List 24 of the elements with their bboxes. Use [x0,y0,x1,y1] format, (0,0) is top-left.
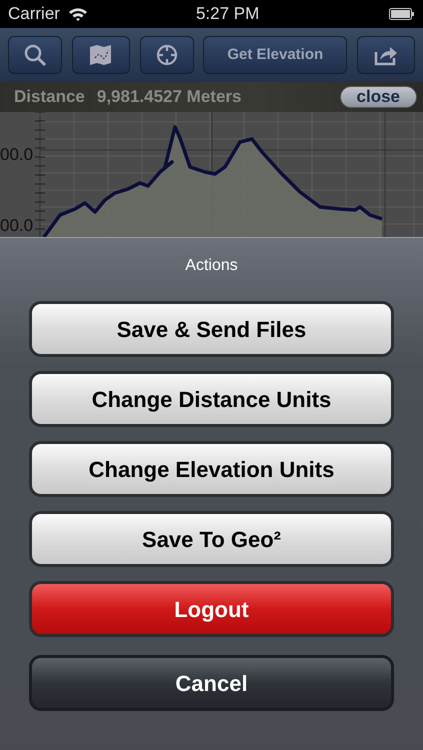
action-button[interactable]: Save To Geo² [29,511,394,567]
time-label: 5:27 PM [196,3,260,26]
action-button[interactable]: Save & Send Files [29,301,394,357]
axis-label: 00.0 [0,215,34,237]
battery-icon [389,8,415,20]
wifi-icon [68,6,88,22]
axis-label: 00.0 [0,144,34,166]
logout-button[interactable]: Logout [29,581,394,637]
action-button[interactable]: Change Elevation Units [29,441,394,497]
distance-value: 9,981.4527 Meters [96,86,242,108]
close-button[interactable]: close [340,86,417,108]
action-button[interactable]: Change Distance Units [29,371,394,427]
distance-label: Distance [14,86,85,108]
sheet-title: Actions [184,256,239,276]
get-elevation-button[interactable]: Get Elevation [203,36,348,74]
search-icon [23,43,47,67]
map-button[interactable] [72,36,130,74]
carrier-label: Carrier [8,3,60,26]
share-button[interactable] [357,36,415,74]
locate-button[interactable] [140,36,194,74]
cancel-button[interactable]: Cancel [29,655,394,711]
search-button[interactable] [8,36,62,74]
folded-map-icon [88,43,113,67]
crosshair-icon [154,43,178,67]
